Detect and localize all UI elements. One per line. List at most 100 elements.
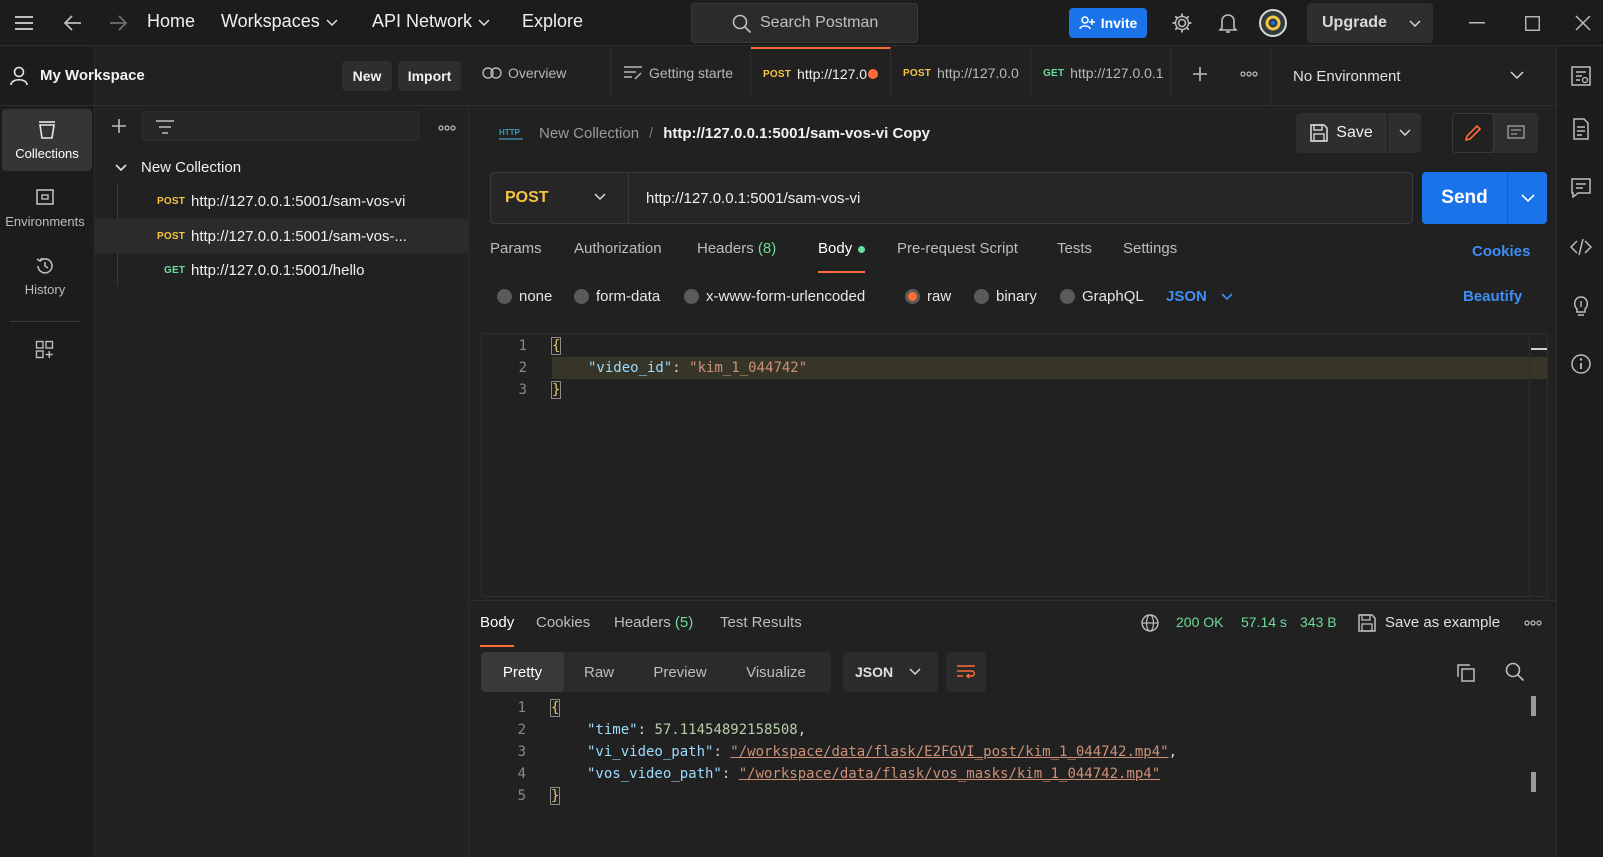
body-format-select[interactable]: JSON	[1166, 288, 1233, 305]
tab-request[interactable]: POST http://127.0.0	[891, 47, 1031, 99]
notification-bell-icon[interactable]	[1216, 11, 1240, 35]
window-close-icon[interactable]	[1571, 11, 1595, 35]
resp-tab-headers[interactable]: Headers (5)	[614, 614, 693, 647]
rail-collections[interactable]: Collections	[2, 109, 92, 171]
json-link-value[interactable]: "/workspace/data/flask/E2FGVI_post/kim_1…	[730, 744, 1168, 760]
back-arrow-icon[interactable]	[61, 11, 85, 35]
save-button[interactable]: Save	[1296, 113, 1388, 153]
radio-none[interactable]: none	[497, 288, 552, 305]
nav-workspaces[interactable]: Workspaces	[221, 11, 338, 32]
import-button[interactable]: Import	[398, 61, 461, 91]
hamburger-menu-icon[interactable]	[12, 11, 36, 35]
tab-getting-started[interactable]: Getting starte	[611, 47, 751, 99]
avatar-icon	[1265, 15, 1281, 31]
editor-scrollbar[interactable]	[1529, 334, 1547, 596]
search-icon[interactable]	[1505, 662, 1525, 682]
scrollbar-thumb[interactable]	[1531, 696, 1536, 716]
code-snippet-icon[interactable]	[1570, 236, 1592, 258]
filter-icon[interactable]	[155, 119, 175, 135]
format-visualize[interactable]: Visualize	[726, 652, 826, 692]
tab-body[interactable]: Body	[818, 240, 866, 273]
environment-select[interactable]: No Environment	[1270, 47, 1538, 106]
rail-environments[interactable]: Environments	[0, 177, 90, 239]
lightbulb-icon[interactable]	[1570, 294, 1592, 316]
globe-icon[interactable]	[1141, 614, 1159, 632]
resp-tab-cookies[interactable]: Cookies	[536, 614, 590, 647]
line-number: 2	[518, 360, 527, 376]
copy-icon[interactable]	[1456, 663, 1476, 683]
json-link-value[interactable]: "/workspace/data/flask/vos_masks/kim_1_0…	[739, 766, 1160, 782]
wrap-lines-button[interactable]	[946, 652, 986, 692]
comment-mode-button[interactable]	[1494, 113, 1538, 153]
comments-icon[interactable]	[1570, 177, 1592, 199]
add-icon[interactable]	[111, 118, 127, 134]
radio-x-www-form-urlencoded[interactable]: x-www-form-urlencoded	[684, 288, 865, 305]
resp-tab-test-results[interactable]: Test Results	[720, 614, 802, 647]
tab-request[interactable]: GET http://127.0.0.1	[1031, 47, 1171, 99]
new-button[interactable]: New	[342, 61, 392, 91]
save-as-example-button[interactable]: Save as example	[1385, 614, 1500, 631]
send-button[interactable]: Send	[1422, 172, 1508, 224]
invite-button[interactable]: Invite	[1069, 8, 1147, 38]
environment-quick-look-icon[interactable]	[1570, 65, 1592, 87]
tab-overview[interactable]: Overview	[470, 47, 611, 99]
nav-home[interactable]: Home	[147, 11, 195, 32]
forward-arrow-icon[interactable]	[106, 11, 130, 35]
settings-gear-icon[interactable]	[1170, 11, 1194, 35]
response-format-select[interactable]: JSON	[843, 652, 938, 692]
scrollbar-thumb[interactable]	[1531, 772, 1536, 792]
radio-dot-selected	[905, 289, 920, 304]
response-more-icon[interactable]	[1524, 620, 1542, 626]
response-size[interactable]: 343 B	[1300, 614, 1337, 630]
send-options-chevron-icon[interactable]	[1521, 193, 1535, 203]
method-value: POST	[505, 189, 549, 206]
documentation-icon[interactable]	[1570, 118, 1592, 140]
nav-explore[interactable]: Explore	[522, 11, 583, 32]
format-pretty[interactable]: Pretty	[481, 652, 564, 692]
request-body-editor[interactable]: 1 2 3 { "video_id": "kim_1_044742" }	[481, 333, 1548, 597]
tab-tests[interactable]: Tests	[1057, 240, 1092, 273]
breadcrumb-collection[interactable]: New Collection	[539, 125, 639, 142]
avatar[interactable]	[1259, 9, 1287, 37]
new-tab-plus-icon[interactable]	[1192, 66, 1208, 82]
status-code[interactable]: 200 OK	[1176, 614, 1223, 630]
radio-form-data[interactable]: form-data	[574, 288, 660, 305]
window-minimize-icon[interactable]	[1465, 11, 1489, 35]
tab-label: Getting starte	[649, 65, 734, 81]
add-workbench-icon[interactable]	[35, 340, 55, 360]
tab-pre-request-script[interactable]: Pre-request Script	[897, 240, 1018, 273]
tab-params[interactable]: Params	[490, 240, 542, 273]
resp-tab-body[interactable]: Body	[480, 614, 515, 647]
collection-row[interactable]: New Collection	[95, 150, 468, 184]
format-raw[interactable]: Raw	[564, 652, 634, 692]
cookies-link[interactable]: Cookies	[1472, 243, 1530, 260]
rail-history[interactable]: History	[0, 245, 90, 307]
response-body-viewer[interactable]: 1 2 3 4 5 { "time": 57.11454892158508, "…	[481, 696, 1548, 857]
search-input[interactable]: Search Postman	[691, 3, 918, 43]
radio-raw[interactable]: raw	[905, 288, 951, 305]
save-options-chevron-icon[interactable]	[1399, 128, 1411, 138]
tab-active-request[interactable]: POST http://127.0	[751, 47, 891, 99]
radio-binary[interactable]: binary	[974, 288, 1037, 305]
response-time[interactable]: 57.14 s	[1241, 614, 1287, 630]
tabs-more-icon[interactable]	[1240, 71, 1258, 77]
format-preview[interactable]: Preview	[634, 652, 726, 692]
info-icon[interactable]	[1570, 353, 1592, 375]
radio-graphql[interactable]: GraphQL	[1060, 288, 1144, 305]
edit-mode-button[interactable]	[1452, 113, 1494, 153]
request-row[interactable]: GET http://127.0.0.1:5001/hello	[95, 253, 468, 287]
tab-authorization[interactable]: Authorization	[574, 240, 662, 273]
tab-headers[interactable]: Headers (8)	[697, 240, 776, 273]
tab-settings[interactable]: Settings	[1123, 240, 1177, 273]
window-maximize-icon[interactable]	[1520, 11, 1544, 35]
request-row[interactable]: POST http://127.0.0.1:5001/sam-vos-vi	[95, 184, 468, 218]
more-options-icon[interactable]	[438, 125, 456, 131]
breadcrumb-request[interactable]: http://127.0.0.1:5001/sam-vos-vi Copy	[663, 125, 930, 142]
nav-api-network[interactable]: API Network	[372, 11, 490, 32]
url-input[interactable]	[629, 173, 1412, 223]
upgrade-button[interactable]: Upgrade	[1307, 3, 1433, 43]
beautify-link[interactable]: Beautify	[1463, 288, 1522, 305]
filter-input[interactable]	[142, 111, 419, 141]
request-row[interactable]: POST http://127.0.0.1:5001/sam-vos-...	[95, 219, 468, 253]
method-select[interactable]: POST	[491, 173, 629, 223]
